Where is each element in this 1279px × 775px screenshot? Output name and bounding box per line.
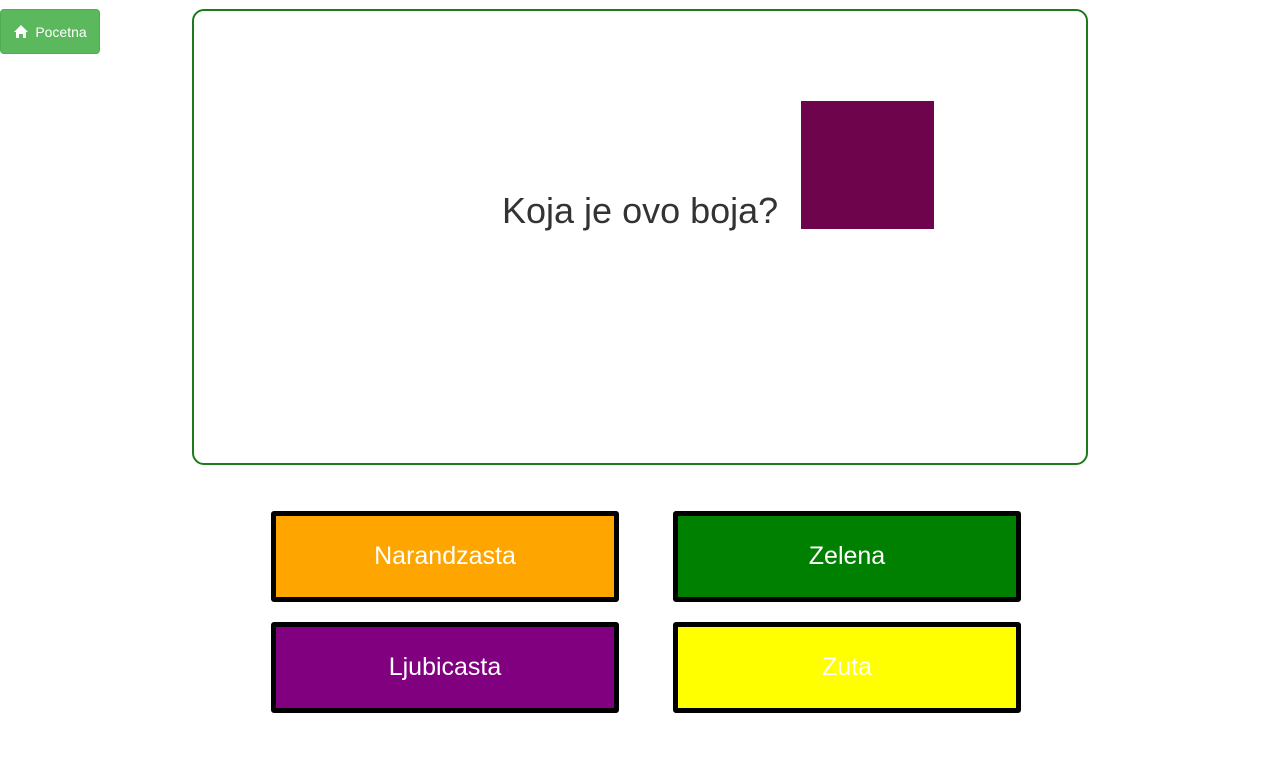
home-icon [13,24,29,39]
answer-label: Zelena [808,542,886,570]
answer-button-ljubicasta[interactable]: Ljubicasta [271,622,619,713]
color-swatch [801,101,934,229]
home-button-label: Pocetna [35,23,87,40]
answer-label: Zuta [821,653,873,681]
answer-button-zuta[interactable]: Zuta [673,622,1021,713]
question-card: Koja je ovo boja? [192,9,1088,465]
question-text: Koja je ovo boja? [502,190,779,231]
answer-button-zelena[interactable]: Zelena [673,511,1021,602]
home-button[interactable]: Pocetna [0,9,100,54]
answer-label: Ljubicasta [388,653,502,681]
answer-label: Narandzasta [374,542,516,570]
answer-button-narandzasta[interactable]: Narandzasta [271,511,619,602]
